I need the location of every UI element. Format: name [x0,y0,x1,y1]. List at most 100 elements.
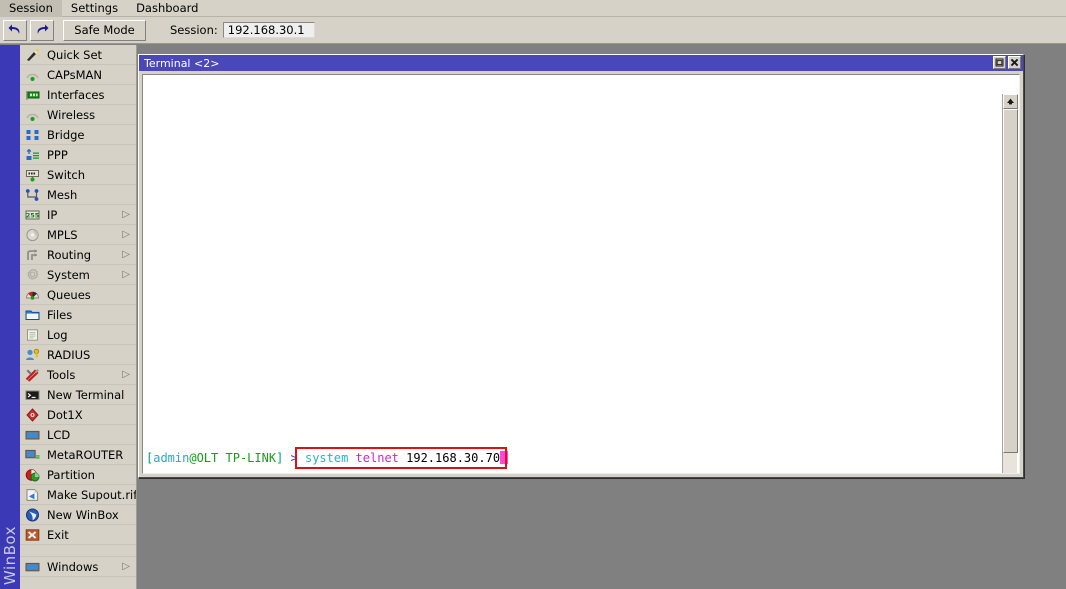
winbox-window: Session Settings Dashboard Safe Mode Ses… [0,0,1066,589]
restore-button[interactable] [993,56,1006,69]
scrollbar-track[interactable] [1003,109,1018,473]
sidebar-item-label: Make Supout.rif [47,487,137,502]
antenna-icon [24,107,41,123]
sidebar-item-queues[interactable]: Queues [20,285,136,305]
scroll-up-arrow-icon [1006,95,1015,108]
chevron-right-icon: ▷ [122,249,130,260]
sidebar-item-tools[interactable]: Tools ▷ [20,365,136,385]
sidebar-item-metarouter[interactable]: MetaROUTER [20,445,136,465]
sidebar-item-windows[interactable]: Windows ▷ [20,557,136,577]
sidebar-item-dot1x[interactable]: Dot1X [20,405,136,425]
window-controls [993,56,1021,69]
queues-icon [24,287,41,303]
sidebar-item-radius[interactable]: RADIUS [20,345,136,365]
sidebar-separator [20,545,136,557]
partition-icon [24,467,41,483]
safe-mode-label: Safe Mode [74,23,135,37]
terminal-icon [24,387,41,403]
menu-dashboard[interactable]: Dashboard [127,0,207,17]
mpls-icon [24,227,41,243]
sidebar-item-label: Bridge [47,127,85,142]
windows-icon [24,559,41,575]
sidebar-item-label: System [47,267,90,282]
sidebar-item-files[interactable]: Files [20,305,136,325]
terminal-vertical-scrollbar[interactable] [1002,94,1018,473]
sidebar-item-system[interactable]: System ▷ [20,265,136,285]
sidebar-item-interfaces[interactable]: Interfaces [20,85,136,105]
sidebar-item-switch[interactable]: Switch [20,165,136,185]
sidebar-item-wireless[interactable]: Wireless [20,105,136,125]
terminal-prompt-line: [admin@OLT TP-LINK] > system telnet 192.… [146,451,509,465]
winbox-icon [24,507,41,523]
sidebar-item-log[interactable]: Log [20,325,136,345]
sidebar-item-label: Quick Set [47,47,103,62]
terminal-window: Terminal <2> [admin@OLT TP-LINK] > syste… [138,54,1024,478]
session-address-field[interactable]: 192.168.30.1 [222,22,315,38]
sidebar-item-label: Windows [47,559,99,574]
sidebar-item-new-winbox[interactable]: New WinBox [20,505,136,525]
sidebar-item-label: Routing [47,247,92,262]
sidebar-item-label: Mesh [47,187,78,202]
svg-text:255: 255 [26,211,39,219]
safe-mode-button[interactable]: Safe Mode [63,19,146,41]
sidebar-item-label: Files [47,307,73,322]
ip-255-icon: 255 [24,207,41,223]
sidebar-item-lcd[interactable]: LCD [20,425,136,445]
sidebar-item-label: Switch [47,167,86,182]
menu-session[interactable]: Session [0,0,62,17]
sidebar-item-bridge[interactable]: Bridge [20,125,136,145]
sidebar-item-label: New Terminal [47,387,125,402]
chevron-right-icon: ▷ [122,561,130,572]
sidebar-item-capsman[interactable]: CAPsMAN [20,65,136,85]
session-address-value: 192.168.30.1 [227,23,305,37]
command-subcommand: telnet [355,451,407,465]
menu-settings[interactable]: Settings [62,0,127,17]
toolbar: Safe Mode Session: 192.168.30.1 [0,17,1066,44]
metarouter-icon [24,447,41,463]
sidebar-item-label: RADIUS [47,347,91,362]
sidebar-item-label: MetaROUTER [47,447,124,462]
gear-icon [24,267,41,283]
winbox-rail: WinBox [0,45,20,589]
folder-icon [24,307,41,323]
terminal-output-area[interactable]: [admin@OLT TP-LINK] > system telnet 192.… [142,74,1020,474]
bridge-icon [24,127,41,143]
prompt-username: admin [153,451,190,465]
sidebar-item-exit[interactable]: Exit [20,525,136,545]
undo-icon [8,24,22,37]
command-keyword: system [304,451,356,465]
sidebar-item-mpls[interactable]: MPLS ▷ [20,225,136,245]
mesh-icon [24,187,41,203]
prompt-close-bracket: ] [276,451,291,465]
sidebar-item-ppp[interactable]: PPP [20,145,136,165]
dot1x-icon [24,407,41,423]
sidebar-item-label: New WinBox [47,507,119,522]
sidebar-item-partition[interactable]: Partition [20,465,136,485]
sidebar-item-label: Log [47,327,68,342]
sidebar-item-label: Tools [47,367,76,382]
session-label: Session: [170,23,218,37]
scrollbar-thumb[interactable] [1003,109,1018,453]
menu-bar: Session Settings Dashboard [0,0,1066,17]
text-cursor [500,451,509,464]
close-button[interactable] [1008,56,1021,69]
sidebar-item-label: Dot1X [47,407,83,422]
antenna-icon [24,67,41,83]
scroll-up-button[interactable] [1003,94,1018,109]
redo-button[interactable] [30,19,54,41]
sidebar-item-label: Wireless [47,107,96,122]
sidebar-item-quick-set[interactable]: Quick Set [20,45,136,65]
sidebar-item-ip[interactable]: 255 IP ▷ [20,205,136,225]
undo-button[interactable] [3,19,27,41]
chevron-right-icon: ▷ [122,269,130,280]
sidebar-item-make-supout[interactable]: Make Supout.rif [20,485,136,505]
sidebar-menu: Quick Set CAPsMAN Interfaces Wireless Br… [20,45,137,589]
terminal-title-bar[interactable]: Terminal <2> [139,55,1023,71]
switch-icon [24,167,41,183]
winbox-brand-text: WinBox [1,525,19,585]
sidebar-item-mesh[interactable]: Mesh [20,185,136,205]
sidebar-item-routing[interactable]: Routing ▷ [20,245,136,265]
chevron-right-icon: ▷ [122,369,130,380]
sidebar-item-new-terminal[interactable]: New Terminal [20,385,136,405]
supout-icon [24,487,41,503]
